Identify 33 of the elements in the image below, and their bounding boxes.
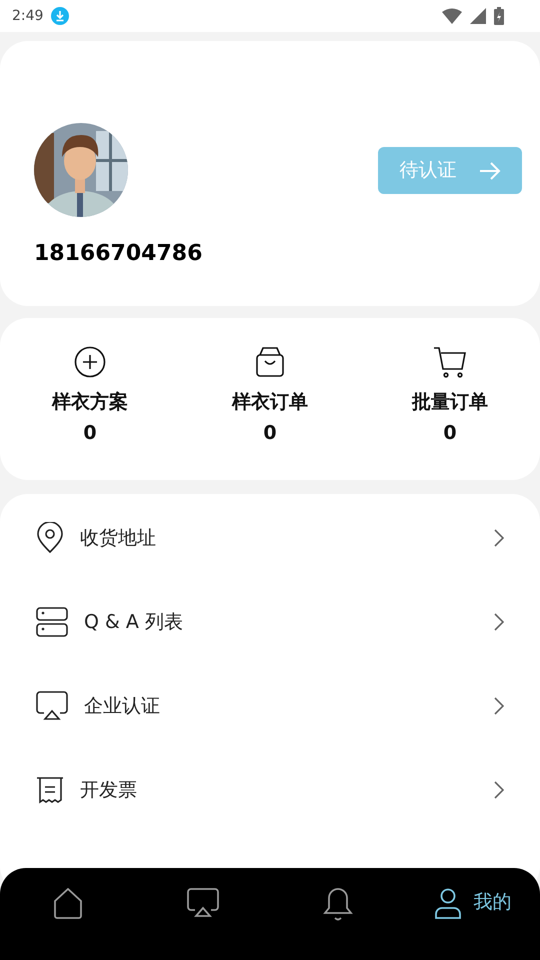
- chevron-right-icon: [494, 697, 504, 715]
- signal-icon: [470, 8, 486, 24]
- menu-item[interactable]: Q & A 列表: [0, 580, 540, 664]
- stat-count: 0: [83, 420, 97, 446]
- download-icon: [51, 7, 70, 25]
- stat-label[interactable]: 样衣方案: [52, 388, 128, 416]
- screen-cast-icon: [36, 691, 68, 721]
- chevron-right-icon: [494, 529, 504, 547]
- location-pin-icon: [36, 522, 64, 554]
- tab-button[interactable]: 我的: [405, 888, 540, 928]
- screen-cast-icon: [186, 888, 218, 918]
- shopping-bag-icon[interactable]: [255, 346, 285, 378]
- home-icon: [52, 888, 82, 920]
- battery-icon: [494, 7, 504, 25]
- chevron-right-icon: [494, 781, 504, 799]
- plus-icon[interactable]: [74, 346, 106, 378]
- clock-time: 2:49: [12, 6, 44, 26]
- arrow-right-icon: [478, 162, 500, 180]
- receipt-icon: [36, 776, 64, 804]
- bell-icon: [322, 888, 352, 922]
- cart-icon[interactable]: [433, 346, 467, 378]
- phone-number: 18166704786: [34, 240, 202, 268]
- server-stack-icon: [36, 606, 68, 638]
- stat-count: 0: [443, 420, 457, 446]
- wifi-icon: [442, 8, 462, 24]
- stat-count: 0: [263, 420, 277, 446]
- stat-label[interactable]: 样衣订单: [232, 388, 308, 416]
- stat-label[interactable]: 批量订单: [412, 388, 488, 416]
- menu-item[interactable]: 收货地址: [0, 496, 540, 580]
- menu-item[interactable]: 开发票: [0, 748, 540, 832]
- chevron-right-icon: [494, 613, 504, 631]
- menu-item[interactable]: 企业认证: [0, 664, 540, 748]
- person-icon: [434, 888, 462, 920]
